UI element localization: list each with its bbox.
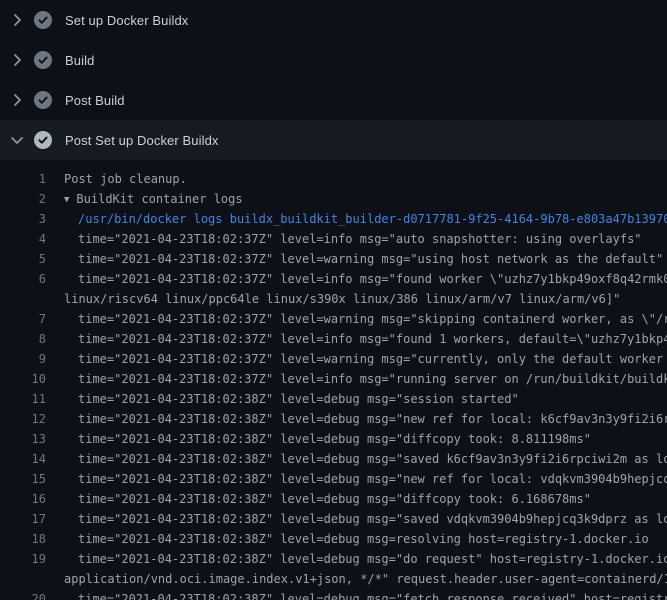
step-row-set-up-docker-buildx[interactable]: Set up Docker Buildx — [0, 0, 667, 40]
log-line-text: time="2021-04-23T18:02:37Z" level=info m… — [46, 229, 642, 249]
log-line-number[interactable]: 19 — [0, 549, 46, 569]
log-line: 3/usr/bin/docker logs buildx_buildkit_bu… — [0, 209, 667, 229]
step-row-post-build[interactable]: Post Build — [0, 80, 667, 120]
log-line-number[interactable]: 20 — [0, 589, 46, 600]
log-line-number[interactable]: 8 — [0, 329, 46, 349]
log-line-number[interactable]: 6 — [0, 269, 46, 289]
log-line: 16time="2021-04-23T18:02:38Z" level=debu… — [0, 489, 667, 509]
log-line-continuation: linux/riscv64 linux/ppc64le linux/s390x … — [0, 289, 667, 309]
log-line-text: time="2021-04-23T18:02:37Z" level=info m… — [46, 269, 667, 289]
log-line-text: time="2021-04-23T18:02:37Z" level=warnin… — [46, 249, 663, 269]
log-line-number[interactable]: 12 — [0, 409, 46, 429]
log-line-text: time="2021-04-23T18:02:38Z" level=debug … — [46, 409, 667, 429]
log-line-number[interactable]: 9 — [0, 349, 46, 369]
log-line: 1Post job cleanup. — [0, 169, 667, 189]
log-line-number[interactable]: 4 — [0, 229, 46, 249]
log-line-number — [0, 289, 46, 309]
log-line-text: time="2021-04-23T18:02:37Z" level=warnin… — [46, 309, 667, 329]
log-line-number[interactable]: 5 — [0, 249, 46, 269]
check-circle-icon — [34, 131, 52, 149]
log-line-text: time="2021-04-23T18:02:37Z" level=warnin… — [46, 349, 667, 369]
workflow-steps-list: Set up Docker Buildx Build Post Build Post … — [0, 0, 667, 160]
log-line-text: application/vnd.oci.image.index.v1+json,… — [46, 569, 667, 589]
log-line: 9time="2021-04-23T18:02:37Z" level=warni… — [0, 349, 667, 369]
log-line-text: time="2021-04-23T18:02:37Z" level=info m… — [46, 329, 667, 349]
log-line: 17time="2021-04-23T18:02:38Z" level=debu… — [0, 509, 667, 529]
log-group-toggle-icon[interactable]: ▼ — [64, 190, 69, 210]
log-line-number[interactable]: 15 — [0, 469, 46, 489]
log-line-text: linux/riscv64 linux/ppc64le linux/s390x … — [46, 289, 620, 309]
log-line: 20time="2021-04-23T18:02:38Z" level=debu… — [0, 589, 667, 600]
log-line-text: time="2021-04-23T18:02:38Z" level=debug … — [46, 449, 667, 469]
log-line: 12time="2021-04-23T18:02:38Z" level=debu… — [0, 409, 667, 429]
log-line-text: time="2021-04-23T18:02:38Z" level=debug … — [46, 549, 667, 569]
step-row-build[interactable]: Build — [0, 40, 667, 80]
log-line-text: time="2021-04-23T18:02:38Z" level=debug … — [46, 389, 519, 409]
log-line-number[interactable]: 2 — [0, 189, 46, 209]
log-line-number[interactable]: 18 — [0, 529, 46, 549]
log-line-text: ▼BuildKit container logs — [46, 189, 243, 209]
step-title: Set up Docker Buildx — [65, 13, 188, 28]
log-line: 7time="2021-04-23T18:02:37Z" level=warni… — [0, 309, 667, 329]
chevron-right-icon[interactable] — [9, 92, 25, 108]
step-title: Build — [65, 53, 94, 68]
chevron-right-icon[interactable] — [9, 52, 25, 68]
log-content: 1Post job cleanup.2▼BuildKit container l… — [0, 160, 667, 600]
chevron-right-icon[interactable] — [9, 12, 25, 28]
log-line-text: time="2021-04-23T18:02:38Z" level=debug … — [46, 429, 591, 449]
log-line-text: time="2021-04-23T18:02:38Z" level=debug … — [46, 589, 667, 600]
log-line: 19time="2021-04-23T18:02:38Z" level=debu… — [0, 549, 667, 569]
log-line: 6time="2021-04-23T18:02:37Z" level=info … — [0, 269, 667, 289]
log-line-number[interactable]: 1 — [0, 169, 46, 189]
log-line-number[interactable]: 11 — [0, 389, 46, 409]
log-line: 18time="2021-04-23T18:02:38Z" level=debu… — [0, 529, 667, 549]
log-line: 13time="2021-04-23T18:02:38Z" level=debu… — [0, 429, 667, 449]
step-title: Post Build — [65, 93, 125, 108]
log-line-text: time="2021-04-23T18:02:38Z" level=debug … — [46, 529, 649, 549]
log-line-number[interactable]: 13 — [0, 429, 46, 449]
log-line-text: time="2021-04-23T18:02:38Z" level=debug … — [46, 469, 667, 489]
check-circle-icon — [34, 91, 52, 109]
log-line-text: time="2021-04-23T18:02:37Z" level=info m… — [46, 369, 667, 389]
log-command-text: /usr/bin/docker logs buildx_buildkit_bui… — [46, 209, 667, 229]
log-line-text: Post job cleanup. — [46, 169, 187, 189]
log-line: 4time="2021-04-23T18:02:37Z" level=info … — [0, 229, 667, 249]
log-line-number — [0, 569, 46, 589]
log-line-number[interactable]: 7 — [0, 309, 46, 329]
check-circle-icon — [34, 11, 52, 29]
step-row-post-set-up-docker-buildx[interactable]: Post Set up Docker Buildx — [0, 120, 667, 160]
log-line: 8time="2021-04-23T18:02:37Z" level=info … — [0, 329, 667, 349]
log-line: 14time="2021-04-23T18:02:38Z" level=debu… — [0, 449, 667, 469]
log-line-continuation: application/vnd.oci.image.index.v1+json,… — [0, 569, 667, 589]
log-line-text: time="2021-04-23T18:02:38Z" level=debug … — [46, 489, 591, 509]
log-line-number[interactable]: 17 — [0, 509, 46, 529]
log-line-number[interactable]: 10 — [0, 369, 46, 389]
log-line: 5time="2021-04-23T18:02:37Z" level=warni… — [0, 249, 667, 269]
log-line: 10time="2021-04-23T18:02:37Z" level=info… — [0, 369, 667, 389]
log-line-number[interactable]: 3 — [0, 209, 46, 229]
check-circle-icon — [34, 51, 52, 69]
log-line-text: time="2021-04-23T18:02:38Z" level=debug … — [46, 509, 667, 529]
log-line-number[interactable]: 14 — [0, 449, 46, 469]
log-line: 15time="2021-04-23T18:02:38Z" level=debu… — [0, 469, 667, 489]
step-title: Post Set up Docker Buildx — [65, 133, 219, 148]
log-line-number[interactable]: 16 — [0, 489, 46, 509]
log-line: 2▼BuildKit container logs — [0, 189, 667, 209]
chevron-down-icon[interactable] — [9, 132, 25, 148]
log-line: 11time="2021-04-23T18:02:38Z" level=debu… — [0, 389, 667, 409]
